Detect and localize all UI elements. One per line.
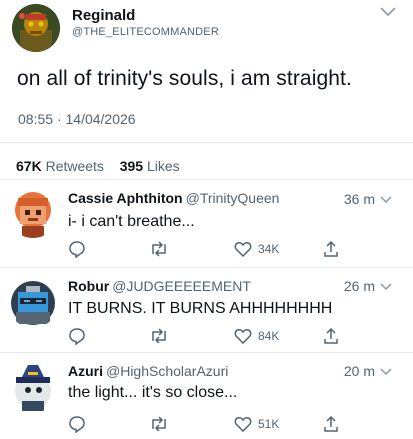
divider — [0, 142, 413, 143]
tweet-stats: 67K Retweets 395 Likes — [16, 158, 180, 174]
share-icon — [324, 415, 338, 432]
divider — [0, 179, 413, 180]
reply-time: 26 m — [343, 278, 375, 294]
like-count: 51K — [258, 417, 280, 431]
share-button[interactable] — [323, 325, 339, 347]
author-avatar[interactable] — [12, 4, 60, 52]
retweets-label[interactable]: Retweets — [46, 158, 104, 174]
tweet-timestamp: 08:55 · 14/04/2026 — [18, 111, 136, 127]
heart-icon — [234, 329, 252, 344]
tweet-time: 08:55 — [18, 111, 54, 127]
heart-icon — [234, 242, 252, 257]
retweets-count[interactable]: 67K — [16, 158, 42, 174]
retweet-button[interactable] — [149, 238, 169, 260]
reply-time: 20 m — [343, 363, 375, 379]
share-icon — [324, 327, 338, 344]
reply-text: i- i can't breathe... — [68, 213, 195, 230]
reply-text: IT BURNS. IT BURNS AHHHHHHHH — [68, 300, 333, 317]
reply-author-name[interactable]: Azuri — [68, 363, 103, 379]
reply-author-name[interactable]: Robur — [68, 278, 109, 294]
author-name[interactable]: Reginald — [72, 7, 135, 24]
reply-avatar[interactable] — [8, 278, 58, 328]
author-avatar-icon — [12, 4, 60, 52]
tweet-header: Reginald @THE_ELITECOMMANDER — [0, 0, 413, 60]
reply-item[interactable]: Cassie Aphthiton @TrinityQueen 36 m i- i … — [0, 181, 413, 267]
retweet-button[interactable] — [149, 325, 169, 347]
retweet-icon — [152, 241, 166, 257]
retweet-button[interactable] — [149, 413, 169, 435]
reply-text: the light... it's so close... — [68, 384, 238, 401]
reply-button[interactable] — [68, 413, 86, 435]
comment-icon — [69, 416, 85, 433]
reply-time: 36 m — [343, 191, 375, 207]
chevron-down-icon[interactable] — [379, 282, 393, 292]
chevron-down-icon[interactable] — [379, 4, 397, 18]
like-button[interactable]: 84K — [234, 325, 279, 347]
like-button[interactable]: 51K — [234, 413, 279, 435]
retweet-icon — [152, 328, 166, 344]
reply-button[interactable] — [68, 325, 86, 347]
reply-author-handle[interactable]: @TrinityQueen — [186, 190, 280, 206]
reply-avatar[interactable] — [8, 363, 58, 413]
reply-actions: 51K — [68, 413, 368, 435]
like-count: 84K — [258, 329, 280, 343]
like-button[interactable]: 34K — [234, 238, 279, 260]
comment-icon — [69, 328, 85, 345]
heart-icon — [234, 417, 252, 432]
reply-item[interactable]: Azuri @HighScholarAzuri 20 m the light...… — [0, 353, 413, 439]
retweet-icon — [152, 416, 166, 432]
reply-author-handle[interactable]: @HighScholarAzuri — [106, 363, 228, 379]
orange-haired-avatar-icon — [8, 188, 58, 238]
wizard-hat-avatar-icon — [8, 363, 58, 413]
like-count: 34K — [258, 242, 280, 256]
chevron-down-icon[interactable] — [379, 367, 393, 377]
author-handle[interactable]: @THE_ELITECOMMANDER — [72, 26, 219, 38]
likes-label[interactable]: Likes — [147, 158, 180, 174]
reply-author-name[interactable]: Cassie Aphthiton — [68, 190, 183, 206]
likes-count[interactable]: 395 — [120, 158, 143, 174]
chevron-down-icon[interactable] — [379, 195, 393, 205]
share-button[interactable] — [323, 238, 339, 260]
tweet-text: on all of trinity's souls, i am straight… — [17, 67, 352, 90]
reply-actions: 84K — [68, 325, 368, 347]
reply-author-handle[interactable]: @JUDGEEEEEMENT — [112, 278, 251, 294]
blue-robot-avatar-icon — [8, 278, 58, 328]
comment-icon — [69, 241, 85, 258]
reply-item[interactable]: Robur @JUDGEEEEEMENT 26 m IT BURNS. IT BU… — [0, 268, 413, 352]
reply-button[interactable] — [68, 238, 86, 260]
tweet-date: 14/04/2026 — [65, 111, 136, 127]
reply-actions: 34K — [68, 238, 368, 260]
share-button[interactable] — [323, 413, 339, 435]
share-icon — [324, 240, 338, 257]
reply-avatar[interactable] — [8, 188, 58, 238]
